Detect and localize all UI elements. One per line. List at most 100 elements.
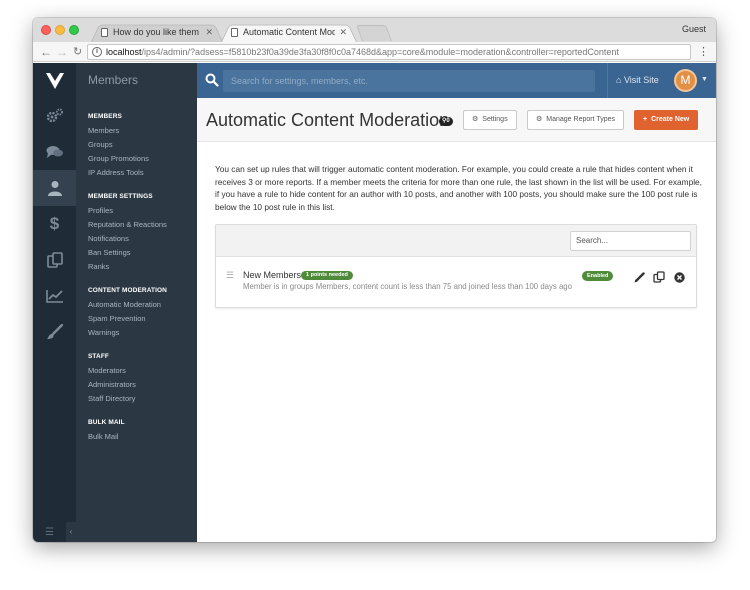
gear-icon: ⚙ [536,116,543,123]
chat-icon [46,146,63,158]
tab-label: Automatic Content Moderation [243,27,336,37]
home-icon: ⌂ [616,75,622,85]
visit-site-link[interactable]: ⌂ Visit Site [607,63,659,98]
admin-topbar: Members Search for settings, members, et… [33,63,716,98]
copy-icon[interactable] [652,270,666,284]
tab-label: How do you like them apples? [113,27,201,37]
sidebar-item-moderators[interactable]: Moderators [76,364,197,378]
rule-description: Member is in groups Members, content cou… [243,282,572,291]
sidebar-item-ban-settings[interactable]: Ban Settings [76,246,197,260]
rail-item-stats[interactable] [33,278,76,314]
sidebar-heading-content-moderation: CONTENT MODERATION [88,287,167,294]
browser-tab-1[interactable]: How do you like them apples? ✕ [91,22,223,42]
maximize-window-button[interactable] [69,25,79,35]
rail-item-system[interactable] [33,98,76,134]
points-badge: 1 points needed [301,271,353,280]
user-icon [47,181,62,196]
sidebar-item-administrators[interactable]: Administrators [76,378,197,392]
rail-item-members[interactable] [33,170,76,206]
sidebar-item-members[interactable]: Members [76,124,197,138]
address-bar[interactable]: i localhost/ips4/admin/?adsess=f5810b23f… [87,44,691,60]
tab-strip: How do you like them apples? ✕ Automatic… [33,18,716,42]
info-icon[interactable]: i [92,47,102,57]
sidebar-item-spam-prevention[interactable]: Spam Prevention [76,312,197,326]
sidebar-heading-members: MEMBERS [88,113,122,120]
title-badge-count: 0 [446,118,450,124]
tab-close-icon[interactable]: ✕ [205,27,213,38]
page-title: Automatic Content Moderation [206,110,450,130]
minimize-window-button[interactable] [55,25,65,35]
rules-list: Search... ☰ New Members 1 points needed … [215,224,697,308]
rules-search-input[interactable]: Search... [570,231,691,251]
rules-filter-bar: Search... [216,225,696,257]
page-icon [101,27,108,37]
sidebar-item-notifications[interactable]: Notifications [76,232,197,246]
browser-menu-icon[interactable]: ⋮ [698,44,709,60]
sidebar-item-ranks[interactable]: Ranks [76,260,197,274]
chevron-down-icon[interactable]: ▼ [701,76,708,83]
sidebar-heading-bulk-mail: BULK MAIL [88,419,125,426]
sidebar-item-staff-directory[interactable]: Staff Directory [76,392,197,406]
sidebar-item-automatic-moderation[interactable]: Automatic Moderation [76,298,197,312]
menu-icon[interactable]: ☰ [45,527,54,538]
admin-search-input[interactable]: Search for settings, members, etc. [223,70,595,92]
browser-window: How do you like them apples? ✕ Automatic… [33,18,716,542]
sidebar-item-group-promotions[interactable]: Group Promotions [76,152,197,166]
rail-item-pages[interactable] [33,242,76,278]
url-host: localhost [106,47,142,57]
title-count-badge: ⚲0 [439,117,453,126]
sidebar-item-groups[interactable]: Groups [76,138,197,152]
logo-icon [45,72,64,89]
sidebar-item-reputation[interactable]: Reputation & Reactions [76,218,197,232]
search-icon [205,73,219,87]
close-window-button[interactable] [41,25,51,35]
sidebar-item-warnings[interactable]: Warnings [76,326,197,340]
create-new-label: Create New [651,116,690,123]
logo[interactable] [33,63,76,98]
sidebar-item-ip-address-tools[interactable]: IP Address Tools [76,166,197,180]
line-chart-icon [45,290,63,303]
visit-site-label: Visit Site [623,75,659,85]
url-path: /ips4/admin/?adsess=f5810b23f0a39de3fa30… [141,47,619,57]
copy-pages-icon [46,252,63,268]
reload-icon[interactable]: ↻ [73,44,82,60]
paintbrush-icon [46,324,63,339]
settings-button[interactable]: ⚙ Settings [463,110,517,130]
drag-handle-icon[interactable]: ☰ [226,270,234,281]
sidebar-heading-staff: STAFF [88,353,109,360]
gears-icon [46,108,63,123]
avatar[interactable]: M [674,69,697,92]
dollar-icon: $ [49,214,60,233]
page-icon [231,27,238,37]
status-badge[interactable]: Enabled [582,271,614,281]
profile-label[interactable]: Guest [682,24,706,34]
rail-item-community[interactable] [33,134,76,170]
gear-icon: ⚙ [472,116,479,123]
rail-item-commerce[interactable]: $ [33,206,76,242]
plus-icon: + [643,116,648,123]
settings-button-label: Settings [482,116,508,123]
tab-close-icon[interactable]: ✕ [339,27,347,38]
manage-report-types-button[interactable]: ⚙ Manage Report Types [527,110,625,130]
edit-pencil-icon[interactable] [632,270,646,284]
app-rail: $ ☰ ‹ [33,98,76,542]
new-tab-button[interactable] [356,25,392,41]
collapse-sidebar-icon[interactable]: ‹ [66,522,76,542]
delete-icon[interactable] [672,270,686,284]
rule-name: New Members [243,270,302,280]
page-header: Automatic Content Moderation ⚲0 ⚙ Setting… [197,98,716,142]
sidebar-item-bulk-mail[interactable]: Bulk Mail [76,430,197,444]
section-title: Members [76,63,197,98]
list-item[interactable]: ☰ New Members 1 points needed Member is … [216,258,696,308]
rail-item-customization[interactable] [33,314,76,350]
sidebar-item-profiles[interactable]: Profiles [76,204,197,218]
create-new-button[interactable]: + Create New [634,110,699,130]
forward-arrow-icon[interactable]: → [56,44,68,60]
section-sidebar: MEMBERS Members Groups Group Promotions … [76,98,197,542]
browser-toolbar: ← → ↻ i localhost/ips4/admin/?adsess=f58… [33,42,716,62]
main-content: Automatic Content Moderation ⚲0 ⚙ Setting… [197,98,716,542]
rail-footer: ☰ ‹ [33,522,76,542]
browser-tab-2[interactable]: Automatic Content Moderation ✕ [221,22,357,42]
back-arrow-icon[interactable]: ← [40,44,52,60]
sidebar-heading-member-settings: MEMBER SETTINGS [88,193,153,200]
